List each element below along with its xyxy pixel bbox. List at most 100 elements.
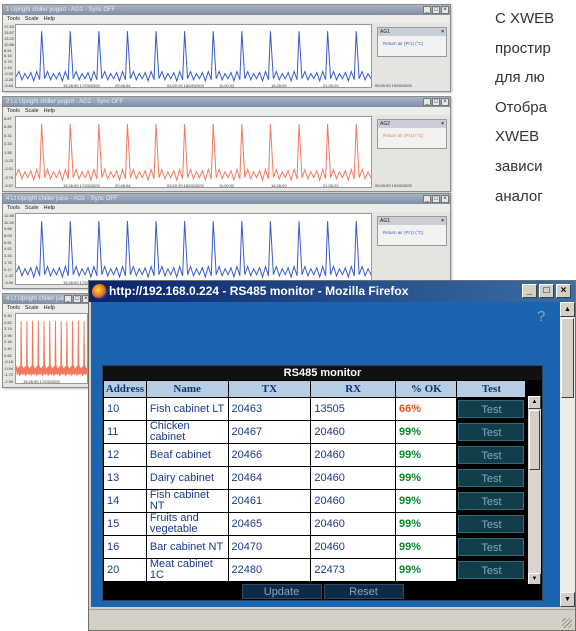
minimize-button[interactable]: _ <box>423 195 431 203</box>
chart-title-bar[interactable]: 4 Lt Upright chiller juice - AG1 - Sync … <box>3 194 450 204</box>
menu-item[interactable]: Help <box>44 107 55 115</box>
legend-close-icon[interactable]: × <box>441 28 444 36</box>
menu-item[interactable]: Scale <box>25 204 39 212</box>
test-button[interactable]: Test <box>458 400 525 418</box>
page-scroll-down-icon[interactable]: ▼ <box>560 592 575 607</box>
scroll-thumb[interactable] <box>529 410 540 470</box>
y-tick-label: -2.01 <box>4 166 14 172</box>
close-button[interactable]: × <box>441 195 449 203</box>
scroll-up-icon[interactable]: ▲ <box>528 396 541 409</box>
chart-window-1[interactable]: 1 Upright chiller yogurt - AG1 - Sync OF… <box>2 4 451 92</box>
table-header-row: Address Name TX RX % OK Test <box>104 381 541 397</box>
maximize-button[interactable]: □ <box>432 6 440 14</box>
y-tick-label: 1.43 <box>4 65 12 71</box>
chart-window-3[interactable]: 4 Lt Upright chiller juice - AG1 - Sync … <box>2 193 451 289</box>
close-button[interactable]: × <box>556 284 571 298</box>
cell-tx: 20467 <box>228 421 311 443</box>
y-tick-label: 9.68 <box>4 226 12 232</box>
resize-grip-icon[interactable] <box>562 618 572 628</box>
menu-item[interactable]: Scale <box>25 304 39 312</box>
legend-title: AG1 <box>380 29 391 35</box>
menu-item[interactable]: Help <box>44 15 55 23</box>
legend-item: Return air (Pr1) (°C) <box>383 41 424 46</box>
cell-rx: 20460 <box>311 536 396 558</box>
cell-tx: 20470 <box>228 536 311 558</box>
menu-item[interactable]: Scale <box>25 107 39 115</box>
legend-close-icon[interactable]: × <box>441 217 444 225</box>
chart-menu-bar: Tools Scale Help <box>3 15 450 23</box>
cell-test: Test <box>457 421 526 443</box>
table-scrollbar[interactable]: ▲ ▼ <box>528 396 541 586</box>
plot-area[interactable] <box>15 116 372 188</box>
test-button[interactable]: Test <box>458 469 525 487</box>
y-tick-label: 10.86 <box>4 41 15 47</box>
y-tick-label: 1.55 <box>4 149 12 155</box>
minimize-button[interactable]: _ <box>423 98 431 106</box>
cell-test: Test <box>457 559 526 581</box>
header-scroll-spacer <box>526 381 541 397</box>
chart-window-2[interactable]: 2 Lc Upright chiller yogurt - AG2 - Sync… <box>2 96 451 192</box>
y-tick-label: 12.85 <box>4 213 15 218</box>
maximize-button[interactable]: □ <box>539 284 554 298</box>
y-tick-label: 6.15 <box>4 53 12 59</box>
table-row: 13 Dairy cabinet 20464 20460 99% Test <box>104 467 541 489</box>
col-test: Test <box>457 381 526 397</box>
test-button[interactable]: Test <box>458 423 525 441</box>
cell-test: Test <box>457 444 526 466</box>
cell-address: 12 <box>104 444 146 466</box>
legend-panel: AG1 × Return air (Pr1) (°C) <box>377 27 447 57</box>
menu-item[interactable]: Help <box>44 304 55 312</box>
browser-title-bar[interactable]: http://192.168.0.224 - RS485 monitor - M… <box>89 281 575 302</box>
plot-area[interactable] <box>15 24 372 88</box>
table-row: 12 Beaf cabinet 20466 20460 99% Test <box>104 444 541 466</box>
y-tick-label: -3.79 <box>4 174 14 180</box>
menu-item[interactable]: Tools <box>7 15 20 23</box>
close-button[interactable]: × <box>441 6 449 14</box>
test-button[interactable]: Test <box>458 561 525 579</box>
plot-area[interactable] <box>15 213 372 285</box>
page-scroll-thumb[interactable] <box>561 318 574 398</box>
menu-item[interactable]: Help <box>44 204 55 212</box>
trace-line <box>16 31 371 81</box>
plot-area[interactable] <box>15 313 88 384</box>
cell-name: Fish cabinet LT <box>146 398 228 420</box>
cell-ok: 99% <box>396 513 457 535</box>
x-tick-label: 20:46:54 <box>115 83 131 88</box>
test-button[interactable]: Test <box>458 492 525 510</box>
legend-close-icon[interactable]: × <box>441 120 444 128</box>
browser-scrollbar[interactable]: ▲ ▼ <box>560 302 575 607</box>
minimize-button[interactable]: _ <box>64 295 72 303</box>
chart-title-bar[interactable]: 1 Upright chiller yogurt - AG1 - Sync OF… <box>3 5 450 15</box>
firefox-window[interactable]: http://192.168.0.224 - RS485 monitor - M… <box>88 280 576 631</box>
cell-rx: 20460 <box>311 421 396 443</box>
maximize-button[interactable]: □ <box>432 98 440 106</box>
cell-rx: 20460 <box>311 513 396 535</box>
menu-item[interactable]: Scale <box>25 15 39 23</box>
test-button[interactable]: Test <box>458 538 525 556</box>
x-tick-label: 03:00:15 18/05/2005 <box>167 83 204 88</box>
minimize-button[interactable]: _ <box>522 284 537 298</box>
test-button[interactable]: Test <box>458 515 525 533</box>
update-button[interactable]: Update <box>241 584 322 599</box>
cell-address: 14 <box>104 490 146 512</box>
trace-line <box>16 321 87 376</box>
y-tick-label: 8.87 <box>4 116 12 121</box>
menu-item[interactable]: Tools <box>7 304 20 312</box>
page-scroll-up-icon[interactable]: ▲ <box>560 302 575 317</box>
maximize-button[interactable]: □ <box>432 195 440 203</box>
trace-line <box>16 221 371 277</box>
x-tick-label: 16:28:00 <box>271 183 287 188</box>
minimize-button[interactable]: _ <box>423 6 431 14</box>
reset-button[interactable]: Reset <box>323 584 404 599</box>
chart-title-bar[interactable]: 2 Lc Upright chiller yogurt - AG2 - Sync… <box>3 97 450 107</box>
x-tick-label: 15:26:50 17/05/2005 <box>23 379 60 384</box>
chart-window-4[interactable]: 4 Lt Upright chiller juice _ □ × Tools Scale H… <box>2 293 92 388</box>
help-icon[interactable]: ? <box>537 308 545 325</box>
menu-item[interactable]: Tools <box>7 204 20 212</box>
test-button[interactable]: Test <box>458 446 525 464</box>
menu-item[interactable]: Tools <box>7 107 20 115</box>
chart-title-bar[interactable]: 4 Lt Upright chiller juice _ □ × <box>3 294 91 304</box>
close-button[interactable]: × <box>441 98 449 106</box>
cell-ok: 99% <box>396 536 457 558</box>
maximize-button[interactable]: □ <box>73 295 81 303</box>
